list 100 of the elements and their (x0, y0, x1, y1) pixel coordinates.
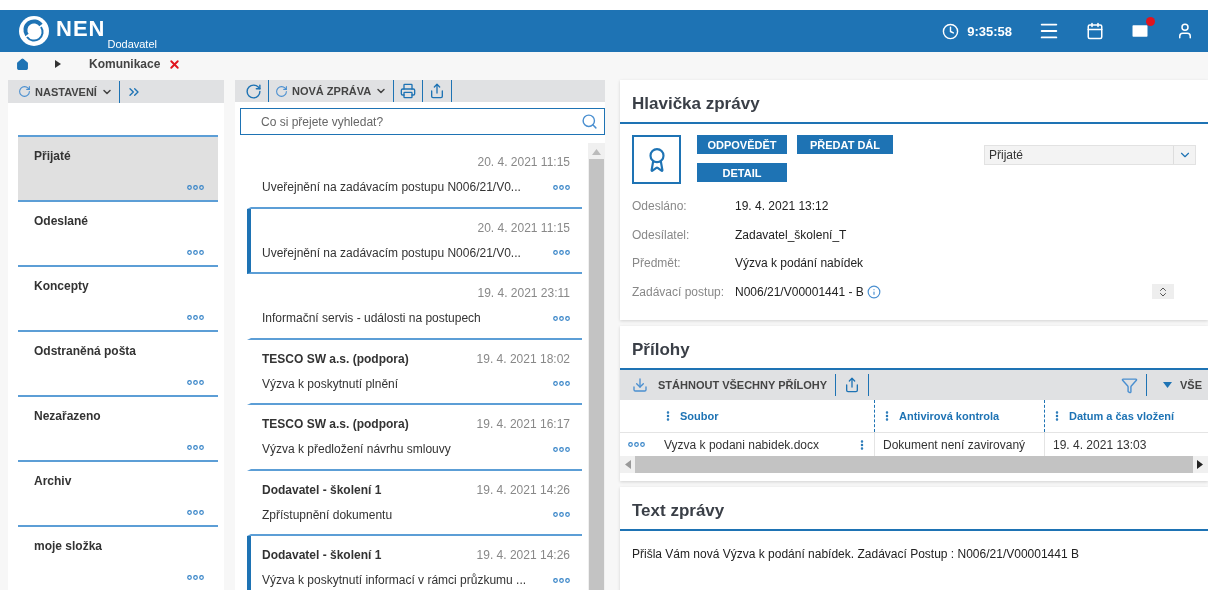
folder-name: Archiv (34, 474, 73, 488)
field-value: N006/21/V00001441 - B (735, 284, 864, 299)
message-date: 19. 4. 2021 16:17 (476, 417, 570, 431)
more-icon[interactable] (553, 184, 570, 190)
message-subject: Informační servis - události na postupech (262, 311, 481, 325)
app-role: Dodavatel (107, 38, 157, 50)
field-label: Odesílatel: (632, 227, 691, 242)
download-all-button[interactable]: STÁHNOUT VŠECHNY PŘÍLOHY (632, 377, 828, 393)
folder-name: Odstraněná pošta (34, 344, 138, 358)
folder-item[interactable]: Přijaté (18, 135, 218, 200)
table-cell: Vyzva k podani nabidek.docx (664, 437, 819, 452)
message-body: Přišla Vám nová Výzva k podání nabídek. Zadávací Postup : N006/21/V00001441 B (631, 546, 1080, 563)
more-icon[interactable] (628, 442, 645, 447)
view-all-button[interactable]: VŠE (1163, 379, 1202, 391)
message-sender: TESCO SW a.s. (podpora) (262, 351, 409, 366)
folder-name: Přijaté (34, 149, 72, 163)
column-header[interactable]: Soubor (656, 400, 874, 432)
caret-icon[interactable] (1163, 382, 1172, 388)
session-time: 9:35:58 (967, 23, 1012, 39)
home-icon[interactable] (16, 57, 29, 71)
share-icon[interactable] (429, 83, 446, 99)
filter-icon[interactable] (1121, 376, 1138, 394)
message-date: 19. 4. 2021 23:11 (477, 286, 570, 300)
refresh-icon (275, 84, 288, 98)
message-subject: Výzva k poskytnutí plnění (262, 376, 399, 391)
award-icon (632, 135, 681, 184)
field-label: Zadávací postup: (632, 284, 726, 299)
message-sender: Dodavatel - školení 1 (262, 482, 382, 497)
field-label: Předmět: (632, 256, 682, 271)
section-title: Hlavička zprávy (620, 80, 1208, 124)
column-header[interactable]: Antivirová kontrola (874, 400, 1044, 432)
caret-icon (55, 60, 61, 68)
settings-button[interactable]: NASTAVENÍ (18, 85, 113, 98)
horizontal-scrollbar[interactable] (620, 456, 1208, 473)
logo-icon (18, 15, 50, 47)
message-item[interactable]: Dodavatel - školení 1 19. 4. 2021 14:26 Zpřístupnění dokumentu (247, 470, 582, 536)
scrollbar[interactable] (588, 143, 605, 590)
message-date: 19. 4. 2021 14:26 (476, 482, 570, 497)
field-value: 19. 4. 2021 13:12 (735, 199, 829, 214)
message-sender: Dodavatel - školení 1 (262, 548, 382, 562)
message-item[interactable]: 20. 4. 2021 11:15 Uveřejnění na zadávacím postupu N006/21/V0... (247, 208, 582, 274)
section-title: Text zprávy (620, 487, 1208, 531)
more-icon[interactable] (187, 445, 204, 450)
breadcrumb-item[interactable]: Komunikace (89, 57, 161, 71)
message-subject: Uveřejnění na zadávacím postupu N006/21/V0... (262, 245, 521, 260)
message-item[interactable]: 19. 4. 2021 23:11 Informační servis - události na postupech (247, 274, 582, 340)
action-button[interactable]: DETAIL (697, 163, 787, 182)
info-icon[interactable] (866, 284, 881, 299)
message-item[interactable]: 20. 4. 2021 11:15 Uveřejnění na zadávacím postupu N006/21/V0... (247, 143, 582, 209)
message-item[interactable]: Dodavatel - školení 1 19. 4. 2021 14:26 Výzva k poskytnutí informací v rámci průzkumu ... (247, 536, 582, 590)
scroll-left-icon[interactable] (622, 460, 631, 469)
message-subject: Zpřístupnění dokumentu (262, 507, 393, 522)
new-message-button[interactable]: NOVÁ ZPRÁVA (275, 84, 388, 98)
message-subject: Výzva k předložení návrhu smlouvy (262, 442, 451, 456)
more-icon[interactable] (187, 185, 204, 190)
more-icon[interactable] (187, 380, 204, 385)
app-name: NEN (56, 16, 106, 42)
more-icon[interactable] (553, 315, 570, 321)
message-subject: Uveřejnění na zadávacím postupu N006/21/V0... (262, 180, 521, 194)
message-item[interactable]: TESCO SW a.s. (podpora) 19. 4. 2021 18:02 Výzva k poskytnutí plnění (247, 339, 582, 405)
scroll-right-icon[interactable] (1197, 460, 1206, 469)
more-icon[interactable] (553, 446, 570, 452)
download-icon (632, 377, 648, 393)
calendar-icon[interactable] (1086, 22, 1104, 40)
print-icon[interactable] (400, 83, 417, 99)
message-date: 20. 4. 2021 11:15 (477, 220, 570, 235)
more-icon[interactable] (553, 577, 570, 583)
folder-name: moje složka (34, 539, 104, 553)
more-icon[interactable] (553, 381, 570, 386)
table-cell: Dokument není zavirovaný (883, 437, 1026, 452)
folder-name: Odeslané (34, 214, 90, 228)
message-date: 20. 4. 2021 11:15 (477, 155, 570, 169)
more-icon[interactable] (187, 315, 204, 320)
more-icon[interactable] (553, 512, 570, 517)
more-icon[interactable] (187, 510, 204, 515)
folder-select[interactable]: Přijaté (984, 145, 1196, 165)
share-icon[interactable] (844, 377, 861, 393)
close-icon[interactable] (168, 57, 182, 71)
folder-name: Nezařazeno (34, 409, 102, 423)
message-item[interactable]: TESCO SW a.s. (podpora) 19. 4. 2021 16:17 Výzva k předložení návrhu smlouvy (247, 405, 582, 471)
expand-icon[interactable] (1152, 284, 1174, 300)
more-icon[interactable] (187, 575, 204, 580)
message-date: 19. 4. 2021 14:26 (476, 548, 570, 562)
user-icon[interactable] (1176, 22, 1194, 40)
message-subject: Výzva k poskytnutí informací v rámci průzkumu ... (262, 573, 527, 587)
column-header[interactable]: Datum a čas vložení (1044, 400, 1208, 432)
refresh-icon[interactable] (245, 82, 262, 100)
table-cell: 19. 4. 2021 13:03 (1053, 437, 1147, 452)
action-button[interactable]: PŘEDAT DÁL (797, 135, 893, 154)
search-field[interactable]: Co si přejete vyhledat? (240, 108, 605, 135)
clock-icon (942, 22, 960, 40)
action-button[interactable]: ODPOVĚDĚT (697, 135, 787, 154)
more-icon[interactable] (187, 250, 204, 255)
message-sender: TESCO SW a.s. (podpora) (262, 417, 409, 431)
refresh-icon (18, 85, 31, 98)
more-icon[interactable] (553, 250, 570, 255)
folder-name: Koncepty (34, 279, 90, 293)
field-value: Výzva k podání nabídek (735, 256, 864, 271)
message-date: 19. 4. 2021 18:02 (476, 351, 570, 366)
search-icon[interactable] (581, 113, 598, 130)
